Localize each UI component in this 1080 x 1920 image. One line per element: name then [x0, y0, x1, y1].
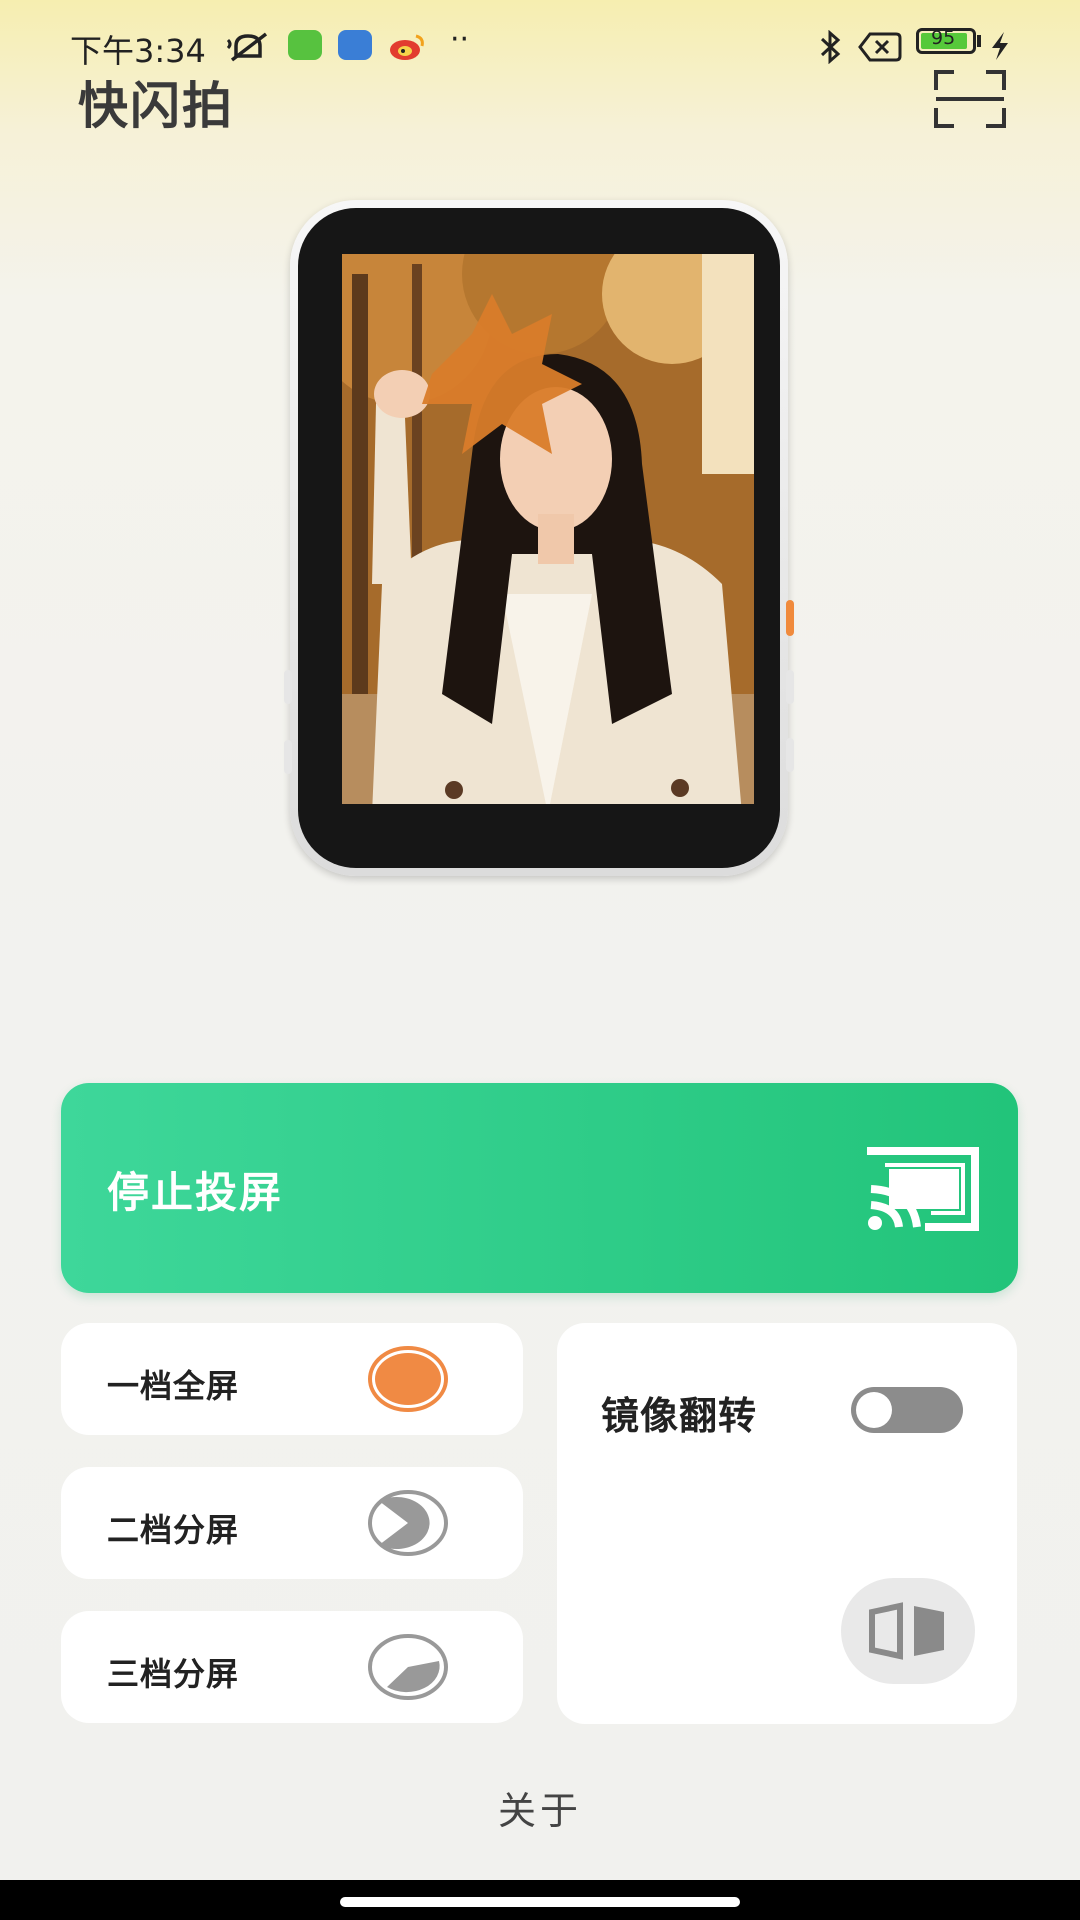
device-side-button [786, 670, 794, 704]
more-notifications-icon: ·· [450, 22, 470, 57]
mode-two-split[interactable]: 二档分屏 [61, 1467, 523, 1579]
charging-icon [992, 32, 1008, 60]
status-bar: 下午3:34 ·· 95 [0, 22, 1080, 72]
device-shutter-button [786, 600, 794, 636]
device-side-button [284, 740, 292, 774]
mode-label: 一档全屏 [107, 1367, 240, 1405]
device-screen-photo [342, 254, 754, 804]
mirror-flip-icon [869, 1602, 944, 1660]
app-notification-icon [338, 30, 372, 60]
app-notification-icon [288, 30, 322, 60]
mirror-flip-label: 镜像翻转 [601, 1394, 758, 1438]
battery-level: 95 [931, 27, 956, 49]
mirror-flip-card: 镜像翻转 [557, 1323, 1017, 1724]
preview-photo [342, 254, 754, 804]
full-circle-icon [368, 1346, 448, 1412]
stop-cast-button[interactable]: 停止投屏 [61, 1083, 1018, 1293]
battery-icon: 95 [916, 27, 976, 54]
device-preview [284, 200, 794, 876]
triple-split-circle-icon [368, 1634, 448, 1700]
mirror-flip-button[interactable] [841, 1578, 975, 1684]
scan-icon[interactable] [934, 70, 1006, 128]
mode-label: 二档分屏 [107, 1511, 240, 1549]
mode-three-split[interactable]: 三档分屏 [61, 1611, 523, 1723]
device-bezel [298, 208, 780, 868]
about-link[interactable]: 关于 [0, 1780, 1080, 1835]
app-title: 快闪拍 [78, 77, 234, 135]
toggle-knob [856, 1392, 892, 1428]
mode-full-screen[interactable]: 一档全屏 [61, 1323, 523, 1435]
weibo-icon [390, 34, 424, 60]
cast-icon [867, 1147, 979, 1231]
mirror-flip-toggle[interactable] [851, 1387, 963, 1433]
device-side-button [786, 738, 794, 772]
muted-notification-icon [226, 32, 268, 62]
bluetooth-icon [820, 30, 841, 64]
stop-cast-label: 停止投屏 [107, 1168, 284, 1217]
device-side-button [284, 670, 292, 704]
mode-label: 三档分屏 [107, 1655, 240, 1693]
home-gesture-handle[interactable] [340, 1897, 740, 1907]
battery-cap-icon [977, 35, 981, 47]
no-sim-icon [858, 32, 902, 62]
split-circle-icon [368, 1490, 448, 1556]
